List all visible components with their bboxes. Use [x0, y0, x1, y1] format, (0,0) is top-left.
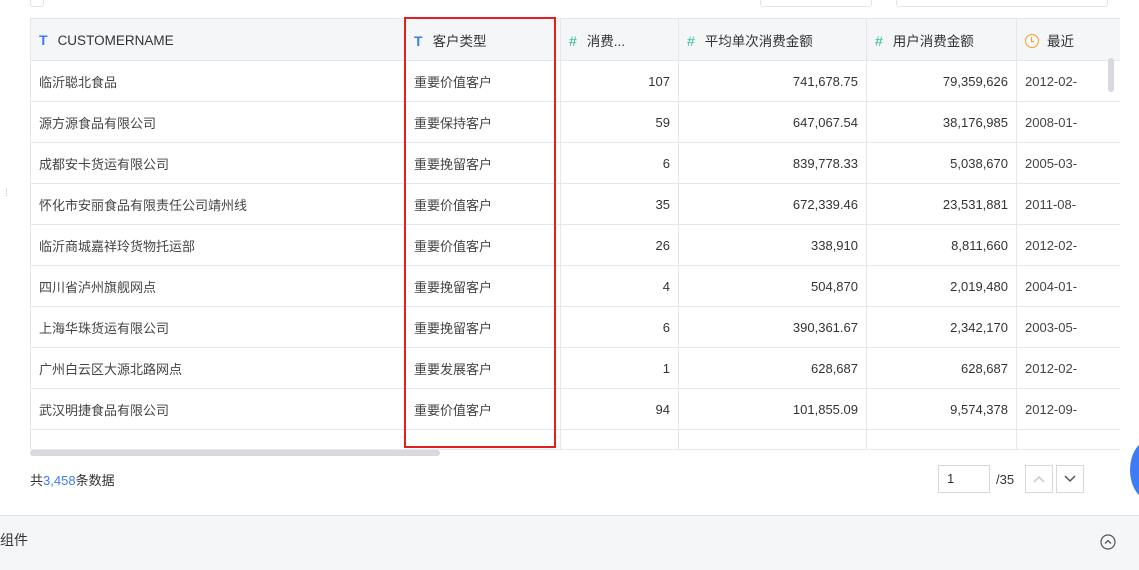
page-total: /35 — [996, 471, 1015, 487]
toolbar-stub-mid — [760, 0, 872, 7]
cell-total-amount: 38,176,985 — [866, 101, 1017, 143]
cell-total-amount: 2,019,480 — [866, 265, 1017, 307]
table-header-row: T CUSTOMERNAME T 客户类型 # 消费... # 平均单次消费金额 # 用户… — [30, 18, 1120, 61]
cell-recent-date: 2012-02- — [1016, 347, 1120, 389]
cell-customer-name: 广州白云区大源北路网点 — [30, 347, 406, 389]
cell-customer-name: 临沂商城嘉祥玲货物托运部 — [30, 224, 406, 266]
cell-customer-type: 重要价值客户 — [405, 388, 561, 430]
table-row[interactable]: 上海华珠货运有限公司 重要挽留客户 6 390,361.67 2,342,170… — [30, 306, 1120, 348]
cell-avg-amount: 672,339.46 — [678, 183, 867, 225]
cell-consume-count: 107 — [560, 60, 679, 102]
table-row[interactable]: 武汉明捷食品有限公司 重要价值客户 94 101,855.09 9,574,37… — [30, 388, 1120, 430]
cell-total-amount: 5,038,670 — [866, 142, 1017, 184]
cell-total-amount: 23,531,881 — [866, 183, 1017, 225]
cell-total-amount: 79,359,626 — [866, 60, 1017, 102]
cell-customer-name: 源方源食品有限公司 — [30, 101, 406, 143]
cell-recent-date: 2008-01- — [1016, 101, 1120, 143]
table-row[interactable]: 临沂聪北食品 重要价值客户 107 741,678.75 79,359,626 … — [30, 60, 1120, 102]
cell-recent-date: 2003-05- — [1016, 306, 1120, 348]
table-row[interactable]: 怀化市安丽食品有限责任公司靖州线 重要价值客户 35 672,339.46 23… — [30, 183, 1120, 225]
cell-customer-name: 怀化市安丽食品有限责任公司靖州线 — [30, 183, 406, 225]
cell-consume-count: 59 — [560, 101, 679, 143]
table-row[interactable]: 广州白云区大源北路网点 重要发展客户 1 628,687 628,687 201… — [30, 347, 1120, 389]
vertical-scrollbar[interactable] — [1108, 58, 1114, 92]
pagination: 1 /35 — [938, 464, 1085, 494]
cell-customer-type: 重要保持客户 — [405, 101, 561, 143]
data-table: T CUSTOMERNAME T 客户类型 # 消费... # 平均单次消费金额 # 用户… — [30, 18, 1120, 450]
data-table-container: T CUSTOMERNAME T 客户类型 # 消费... # 平均单次消费金额 # 用户… — [30, 18, 1120, 450]
cell-consume-count: 6 — [560, 306, 679, 348]
column-header-total-amount[interactable]: # 用户消费金额 — [866, 18, 1017, 61]
chevron-up-icon — [1033, 475, 1045, 483]
cell-customer-type: 重要价值客户 — [405, 183, 561, 225]
cell-customer-type: 重要价值客户 — [405, 224, 561, 266]
cell-consume-count: 35 — [560, 183, 679, 225]
next-page-button[interactable] — [1056, 465, 1085, 493]
cell-total-amount: 2,342,170 — [866, 306, 1017, 348]
cell-recent-date: 2011-08- — [1016, 183, 1120, 225]
cell-customer-name: 上海华珠货运有限公司 — [30, 306, 406, 348]
clock-icon — [1025, 33, 1039, 48]
cell-avg-amount: 390,361.67 — [678, 306, 867, 348]
horizontal-scrollbar[interactable] — [30, 450, 440, 456]
cell-customer-type: 重要价值客户 — [405, 60, 561, 102]
collapse-up-icon[interactable] — [1100, 534, 1116, 550]
cell-avg-amount: 839,778.33 — [678, 142, 867, 184]
column-header-avg-amount[interactable]: # 平均单次消费金额 — [678, 18, 867, 61]
cell-recent-date: 2012-02- — [1016, 60, 1120, 102]
toolbar-stub-left — [30, 0, 44, 7]
number-type-icon: # — [569, 32, 577, 49]
column-header-customer-type[interactable]: T 客户类型 — [405, 18, 561, 61]
column-header-recent[interactable]: 最近 — [1016, 18, 1120, 61]
bottom-panel-bar: 组件 — [0, 515, 1139, 570]
text-type-icon: T — [39, 31, 48, 48]
cell-customer-name: 四川省泸州旗舰网点 — [30, 265, 406, 307]
cell-total-amount: 8,811,660 — [866, 224, 1017, 266]
table-row[interactable]: 成都安卡货运有限公司 重要挽留客户 6 839,778.33 5,038,670… — [30, 142, 1120, 184]
cell-consume-count: 1 — [560, 347, 679, 389]
prev-page-button[interactable] — [1025, 465, 1054, 493]
cell-customer-name: 成都安卡货运有限公司 — [30, 142, 406, 184]
cell-avg-amount: 338,910 — [678, 224, 867, 266]
cell-customer-name: 武汉明捷食品有限公司 — [30, 388, 406, 430]
cell-customer-type: 重要发展客户 — [405, 347, 561, 389]
cell-recent-date: 2004-01- — [1016, 265, 1120, 307]
cell-customer-type: 重要挽留客户 — [405, 142, 561, 184]
number-type-icon: # — [875, 32, 883, 49]
cell-recent-date: 2012-02- — [1016, 224, 1120, 266]
text-type-icon: T — [414, 32, 423, 49]
cell-avg-amount: 741,678.75 — [678, 60, 867, 102]
floating-help-button[interactable] — [1130, 440, 1139, 500]
cell-avg-amount: 504,870 — [678, 265, 867, 307]
page-number-input[interactable]: 1 — [938, 465, 990, 493]
cell-consume-count: 6 — [560, 142, 679, 184]
cell-consume-count: 4 — [560, 265, 679, 307]
cell-customer-type: 重要挽留客户 — [405, 265, 561, 307]
table-row[interactable]: 四川省泸州旗舰网点 重要挽留客户 4 504,870 2,019,480 200… — [30, 265, 1120, 307]
cell-total-amount: 628,687 — [866, 347, 1017, 389]
cell-recent-date: 2005-03- — [1016, 142, 1120, 184]
cell-consume-count: 94 — [560, 388, 679, 430]
number-type-icon: # — [687, 32, 695, 49]
table-row[interactable]: 临沂商城嘉祥玲货物托运部 重要价值客户 26 338,910 8,811,660… — [30, 224, 1120, 266]
cell-avg-amount: 647,067.54 — [678, 101, 867, 143]
cell-recent-date: 2012-09- — [1016, 388, 1120, 430]
cell-avg-amount: 628,687 — [678, 347, 867, 389]
cell-avg-amount: 101,855.09 — [678, 388, 867, 430]
row-count-summary: 共3,458条数据 — [30, 473, 115, 488]
bottom-panel-label: 组件 — [0, 532, 28, 548]
cell-total-amount: 9,574,378 — [866, 388, 1017, 430]
toolbar-stub-right — [896, 0, 1108, 7]
cell-consume-count: 26 — [560, 224, 679, 266]
chevron-down-icon — [1064, 475, 1076, 483]
table-row-partial — [30, 429, 1120, 450]
cell-customer-type: 重要挽留客户 — [405, 306, 561, 348]
cell-customer-name: 临沂聪北食品 — [30, 60, 406, 102]
column-header-customername[interactable]: T CUSTOMERNAME — [30, 18, 406, 61]
table-row[interactable]: 源方源食品有限公司 重要保持客户 59 647,067.54 38,176,98… — [30, 101, 1120, 143]
column-header-consume-count[interactable]: # 消费... — [560, 18, 679, 61]
drag-handle[interactable]: ⁞ — [5, 189, 9, 206]
row-count: 3,458 — [43, 473, 76, 488]
